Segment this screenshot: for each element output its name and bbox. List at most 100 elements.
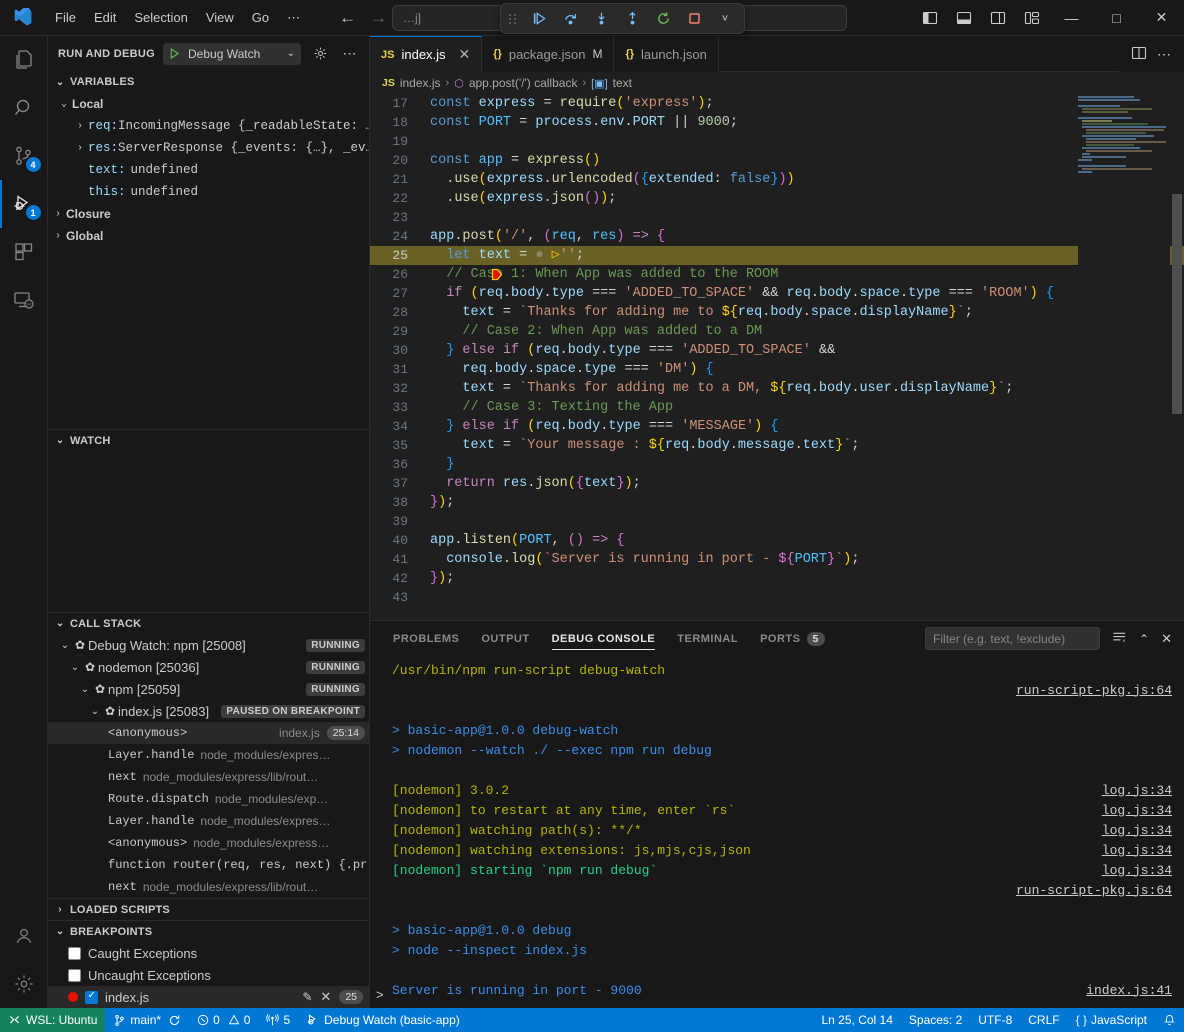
variable-row[interactable]: this: undefined bbox=[48, 181, 369, 203]
menu-go[interactable]: Go bbox=[243, 7, 278, 28]
menu-more[interactable]: ⋯ bbox=[278, 7, 309, 29]
call-stack-pane-header[interactable]: ⌄ CALL STACK bbox=[48, 612, 369, 634]
variable-scope-local[interactable]: ⌄ Local bbox=[48, 93, 369, 115]
call-stack-session[interactable]: ⌄ ✿ Debug Watch: npm [25008] RUNNING bbox=[48, 634, 369, 656]
status-ports[interactable]: 5 bbox=[258, 1008, 298, 1032]
code-editor[interactable]: 17const express = require('express'); 18… bbox=[370, 94, 1184, 620]
call-stack-frame[interactable]: <anonymous> node_modules/express… bbox=[48, 832, 369, 854]
customize-layout-icon[interactable] bbox=[1015, 0, 1049, 36]
activitybar-run-and-debug[interactable]: 1 bbox=[0, 180, 48, 228]
activitybar-search[interactable] bbox=[0, 84, 48, 132]
variables-pane-header[interactable]: ⌄ VARIABLES bbox=[48, 71, 369, 93]
call-stack-frame[interactable]: Route.dispatch node_modules/exp… bbox=[48, 788, 369, 810]
continue-button[interactable] bbox=[528, 8, 550, 30]
console-source-link[interactable]: run-script-pkg.js:64 bbox=[1016, 683, 1172, 698]
call-stack-frame[interactable]: next node_modules/express/lib/rout… bbox=[48, 766, 369, 788]
console-source-link[interactable]: index.js:41 bbox=[1086, 983, 1172, 998]
variable-row[interactable]: › req: IncomingMessage {_readableState: … bbox=[48, 115, 369, 137]
tab-debug-console[interactable]: DEBUG CONSOLE bbox=[541, 621, 667, 656]
go-back-icon[interactable]: ← bbox=[339, 9, 356, 26]
status-debug-session[interactable]: Debug Watch (basic-app) bbox=[298, 1008, 468, 1032]
menu-edit[interactable]: Edit bbox=[85, 7, 125, 28]
activitybar-explorer[interactable] bbox=[0, 36, 48, 84]
call-stack-session[interactable]: ⌄ ✿ index.js [25083] PAUSED ON BREAKPOIN… bbox=[48, 700, 369, 722]
breadcrumb-file[interactable]: index.js bbox=[400, 76, 441, 90]
toggle-panel-icon[interactable] bbox=[947, 0, 981, 36]
checkbox[interactable] bbox=[68, 947, 81, 960]
breakpoint-uncaught-exceptions[interactable]: Uncaught Exceptions bbox=[48, 964, 369, 986]
checkbox[interactable] bbox=[85, 991, 98, 1004]
status-indentation[interactable]: Spaces: 2 bbox=[901, 1008, 970, 1032]
status-encoding[interactable]: UTF-8 bbox=[970, 1008, 1020, 1032]
scrollbar-thumb[interactable] bbox=[1172, 194, 1182, 414]
console-source-link[interactable]: log.js:34 bbox=[1102, 803, 1172, 818]
close-icon[interactable]: ✕ bbox=[320, 989, 331, 1005]
tab-terminal[interactable]: TERMINAL bbox=[666, 621, 749, 656]
call-stack-session[interactable]: ⌄ ✿ npm [25059] RUNNING bbox=[48, 678, 369, 700]
step-over-button[interactable] bbox=[559, 8, 581, 30]
status-language-mode[interactable]: { } JavaScript bbox=[1068, 1008, 1155, 1032]
status-eol[interactable]: CRLF bbox=[1020, 1008, 1067, 1032]
status-problems[interactable]: 0 0 bbox=[189, 1008, 258, 1032]
activitybar-accounts[interactable] bbox=[0, 912, 48, 960]
call-stack-frame[interactable]: <anonymous> index.js 25:14 bbox=[48, 722, 369, 744]
tab-ports[interactable]: PORTS 5 bbox=[749, 621, 836, 656]
menu-view[interactable]: View bbox=[197, 7, 243, 28]
chevron-up-icon[interactable]: ⌃ bbox=[1139, 632, 1149, 646]
clear-console-icon[interactable]: × bbox=[1112, 630, 1127, 648]
maximize-button[interactable]: □ bbox=[1094, 0, 1139, 36]
close-icon[interactable]: ✕ bbox=[459, 46, 471, 63]
watch-pane-header[interactable]: ⌄ WATCH bbox=[48, 429, 369, 451]
activitybar-settings[interactable] bbox=[0, 960, 48, 1008]
sidebar-more-actions[interactable]: ⋯ bbox=[339, 43, 361, 65]
call-stack-frame[interactable]: function router(req, res, next) {.pr bbox=[48, 854, 369, 876]
console-input-prompt[interactable]: > bbox=[376, 987, 384, 1002]
breakpoint-caught-exceptions[interactable]: Caught Exceptions bbox=[48, 942, 369, 964]
tab-index-js[interactable]: JS index.js ✕ bbox=[370, 36, 482, 72]
breakpoint-marker-icon[interactable] bbox=[378, 246, 392, 265]
checkbox[interactable] bbox=[68, 969, 81, 982]
console-source-link[interactable]: log.js:34 bbox=[1102, 843, 1172, 858]
minimap[interactable] bbox=[1078, 94, 1170, 620]
minimize-button[interactable]: — bbox=[1049, 0, 1094, 36]
status-cursor-position[interactable]: Ln 25, Col 14 bbox=[814, 1008, 901, 1032]
variable-scope-closure[interactable]: › Closure bbox=[48, 203, 369, 225]
status-remote-indicator[interactable]: WSL: Ubuntu bbox=[0, 1008, 105, 1032]
menu-selection[interactable]: Selection bbox=[125, 7, 196, 28]
console-source-link[interactable]: log.js:34 bbox=[1102, 863, 1172, 878]
toggle-secondary-sidebar-icon[interactable] bbox=[981, 0, 1015, 36]
activitybar-remote-explorer[interactable]: >< bbox=[0, 276, 48, 324]
debug-console-output[interactable]: /usr/bin/npm run-script debug-watch run-… bbox=[370, 656, 1184, 1008]
step-out-button[interactable] bbox=[621, 8, 643, 30]
tab-launch-json[interactable]: {} launch.json bbox=[614, 36, 718, 72]
pencil-icon[interactable]: ✎ bbox=[302, 990, 312, 1004]
close-window-button[interactable]: ✕ bbox=[1139, 0, 1184, 36]
call-stack-frame[interactable]: Layer.handle node_modules/expres… bbox=[48, 744, 369, 766]
tab-package-json[interactable]: {} package.json M bbox=[482, 36, 614, 72]
split-editor-icon[interactable] bbox=[1131, 45, 1147, 64]
close-icon[interactable]: ✕ bbox=[1161, 631, 1172, 647]
console-filter-input[interactable]: Filter (e.g. text, !exclude) bbox=[925, 627, 1100, 650]
console-source-link[interactable]: log.js:34 bbox=[1102, 823, 1172, 838]
step-into-button[interactable] bbox=[590, 8, 612, 30]
tab-output[interactable]: OUTPUT bbox=[470, 621, 540, 656]
menu-file[interactable]: File bbox=[46, 7, 85, 28]
variable-row[interactable]: › res: ServerResponse {_events: {…}, _ev… bbox=[48, 137, 369, 159]
loaded-scripts-pane-header[interactable]: › LOADED SCRIPTS bbox=[48, 898, 369, 920]
tab-problems[interactable]: PROBLEMS bbox=[382, 621, 470, 656]
drag-handle-icon[interactable] bbox=[509, 14, 519, 24]
editor-scrollbar[interactable] bbox=[1170, 94, 1184, 620]
stop-button[interactable] bbox=[683, 8, 705, 30]
call-stack-frame[interactable]: next node_modules/express/lib/rout… bbox=[48, 876, 369, 898]
activitybar-source-control[interactable]: 4 bbox=[0, 132, 48, 180]
launch-configuration-select[interactable]: Debug Watch ⌄ bbox=[163, 43, 301, 65]
breakpoints-pane-header[interactable]: ⌄ BREAKPOINTS bbox=[48, 920, 369, 942]
status-branch[interactable]: main* bbox=[105, 1008, 189, 1032]
restart-button[interactable] bbox=[652, 8, 674, 30]
breadcrumb-symbol[interactable]: app.post('/') callback bbox=[469, 76, 578, 90]
call-stack-frame[interactable]: Layer.handle node_modules/expres… bbox=[48, 810, 369, 832]
variable-row[interactable]: text: undefined bbox=[48, 159, 369, 181]
status-notifications[interactable] bbox=[1155, 1008, 1184, 1032]
open-launch-json-button[interactable] bbox=[309, 43, 331, 65]
menu-bar[interactable]: File Edit Selection View Go ⋯ bbox=[46, 7, 309, 29]
